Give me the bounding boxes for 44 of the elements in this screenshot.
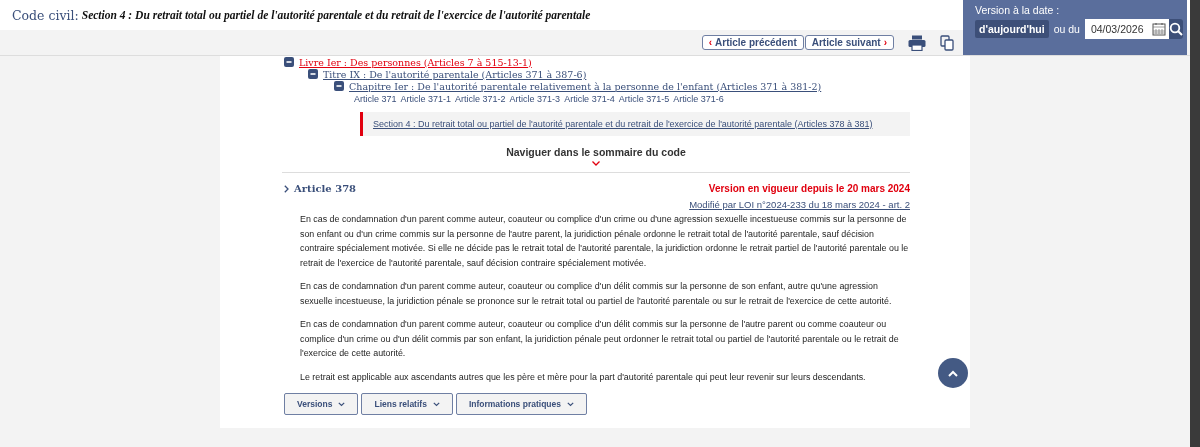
article-link[interactable]: Article 371-2 xyxy=(455,94,506,104)
chevron-up-icon xyxy=(948,369,958,377)
article-link[interactable]: Article 371 xyxy=(354,94,397,104)
chevron-down-icon xyxy=(338,401,346,407)
article-paragraph: En cas de condamnation d'un parent comme auteur, coauteur ou complice d'un délit commis sur la personne de l'autre parent ou comme coauteur ou complice d'un crime ou d'un délit commis par son enfant, la juridiction pénale peut ordonner le retrait total ou partiel de l'autorité parentale ou le retrait de l'exercice de cette autorité. xyxy=(300,318,900,360)
article-link[interactable]: Article 371-6 xyxy=(673,94,724,104)
collapse-icon[interactable] xyxy=(284,57,294,67)
chevron-down-icon xyxy=(566,401,574,407)
article-link[interactable]: Article 371-4 xyxy=(564,94,615,104)
article-link[interactable]: Article 371-1 xyxy=(400,94,452,104)
article-paragraph: En cas de condamnation d'un parent comme auteur, coauteur ou complice d'un délit commis sur la personne de son enfant, autre qu'une agression sexuelle incestueuse, la juridiction pénale se prononce sur le retrait total ou partiel de l'autorité parentale ou sur le retrait de l'exercice de cette autorité. xyxy=(300,280,893,308)
previous-article-button[interactable]: ‹ Article précédent xyxy=(701,35,804,50)
code-title: Code civil: xyxy=(12,7,79,23)
collapse-icon[interactable] xyxy=(308,69,318,79)
scrollbar[interactable] xyxy=(1190,0,1200,447)
tree-link[interactable]: Livre Ier : Des personnes (Articles 7 à 515-13-1) xyxy=(299,56,532,68)
collapse-icon[interactable] xyxy=(334,81,344,91)
navigate-toggle[interactable]: Naviguer dans le sommaire du code xyxy=(506,146,686,158)
tree-link[interactable]: Titre IX : De l'autorité parentale (Articles 371 à 387-6) xyxy=(323,68,587,80)
calendar-icon xyxy=(1151,22,1166,36)
chevron-right-icon xyxy=(284,184,289,193)
article-link[interactable]: Article 371-3 xyxy=(509,94,561,104)
section-item[interactable]: Section 4 : Du retrait total ou partiel de l'autorité parentale et du retrait de l'exercice de l'autorité parentale (Articles 378 à 381) xyxy=(360,112,910,136)
modification-link[interactable]: Modifié par LOI n°2024-233 du 18 mars 2024 - art. 2 xyxy=(689,199,910,210)
article-title: Article 378 xyxy=(294,183,357,194)
or-label: ou du xyxy=(1053,23,1080,35)
section-title: Section 4 : Du retrait total ou partiel de l'autorité parentale et du retrait de l'exercice de l'autorité parentale xyxy=(81,9,591,21)
version-label: Version à la date : xyxy=(975,4,1061,16)
dropdown-button[interactable]: Liens relatifs xyxy=(361,393,453,415)
article-link[interactable]: Article 371-5 xyxy=(618,94,670,104)
dropdown-button[interactable]: Versions xyxy=(284,393,359,415)
chevron-down-icon xyxy=(592,161,600,166)
today-button[interactable]: d'aujourd'hui xyxy=(975,20,1049,38)
next-article-button[interactable]: Article suivant › xyxy=(804,35,894,50)
search-icon xyxy=(1168,22,1183,36)
version-status: Version en vigueur depuis le 20 mars 2024 xyxy=(708,183,910,194)
chevron-down-icon xyxy=(432,401,440,407)
copy-icon[interactable] xyxy=(940,34,954,51)
tree-link[interactable]: Chapitre Ier : De l'autorité parentale relativement à la personne de l'enfant (Articles 371 à 381-2) xyxy=(349,80,822,92)
date-field[interactable]: 04/03/2026 xyxy=(1084,19,1169,39)
dropdown-button[interactable]: Informations pratiques xyxy=(455,393,587,415)
article-paragraph: Le retrait est applicable aux ascendants autres que les père et mère pour la part d'autorité parentale qui peut leur revenir sur leurs descendants. xyxy=(300,370,867,384)
printer-icon[interactable] xyxy=(908,34,926,51)
article-paragraph: En cas de condamnation d'un parent comme auteur, coauteur ou complice d'un crime ou d'une agression sexuelle incestueuse commis sur la personne de son enfant ou d'un crime commis sur la personne de l'autre parent, la juridiction pénale ordonne le retrait total de l'autorité parentale, sauf décision contraire spécialement motivée. Si elle ne décide pas le retrait total de l'autorité parentale, la juridiction ordonne le retrait partiel de l'autorité parentale ou le retrait de l'exercice de l'autorité parentale, sauf décision contraire spécialement motivée. xyxy=(300,213,910,270)
